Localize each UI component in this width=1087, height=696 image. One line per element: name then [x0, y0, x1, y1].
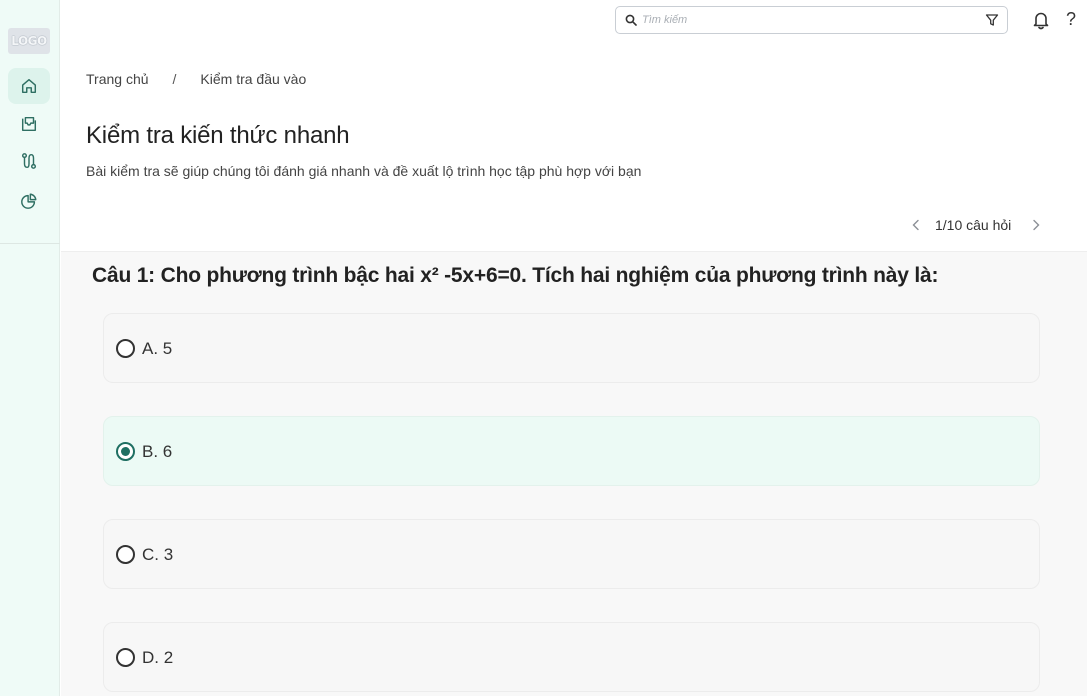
notification-bell-icon[interactable]	[1032, 10, 1050, 30]
answer-label: D. 2	[142, 648, 174, 667]
question-pager: 1/10 câu hỏi	[905, 214, 1047, 236]
sidebar-item-courses[interactable]	[8, 106, 50, 142]
sidebar-divider	[0, 243, 60, 244]
search-icon	[625, 14, 637, 26]
breadcrumb-separator: /	[172, 71, 177, 87]
home-icon	[21, 78, 37, 94]
search-input[interactable]	[642, 11, 982, 29]
radio-button[interactable]	[116, 545, 135, 564]
breadcrumb: Trang chủ / Kiểm tra đầu vào	[86, 71, 306, 87]
answer-label: B. 6	[142, 442, 173, 461]
answer-option-d[interactable]: D. 2	[103, 622, 1040, 692]
answer-label: C. 3	[142, 545, 174, 564]
breadcrumb-home[interactable]: Trang chủ	[86, 71, 149, 87]
logo-text: LOGO	[11, 34, 47, 48]
sidebar-item-roadmap[interactable]	[8, 143, 50, 179]
chevron-left-icon	[912, 219, 919, 231]
course-box-icon	[21, 116, 37, 132]
answer-option-c[interactable]: C. 3	[103, 519, 1040, 589]
radio-button[interactable]	[116, 648, 135, 667]
radio-button[interactable]	[116, 339, 135, 358]
previous-question-button[interactable]	[905, 214, 927, 236]
chevron-right-icon	[1033, 219, 1040, 231]
search-box[interactable]	[615, 6, 1008, 34]
route-icon	[21, 153, 37, 169]
page-subtitle: Bài kiểm tra sẽ giúp chúng tôi đánh giá …	[86, 163, 642, 179]
sidebar-item-home[interactable]	[8, 68, 50, 104]
answer-label: A. 5	[142, 339, 173, 358]
sidebar-item-reports[interactable]	[8, 183, 50, 219]
sidebar: LOGO	[0, 0, 60, 696]
help-icon[interactable]: ?	[1066, 9, 1076, 30]
question-counter: 1/10 câu hỏi	[935, 217, 1012, 233]
filter-icon[interactable]	[985, 13, 999, 27]
question-text: Câu 1: Cho phương trình bậc hai x² -5x+6…	[92, 264, 939, 287]
page-title: Kiểm tra kiến thức nhanh	[86, 122, 350, 149]
answer-option-b[interactable]: B. 6	[103, 416, 1040, 486]
breadcrumb-current[interactable]: Kiểm tra đầu vào	[200, 71, 306, 87]
answer-option-a[interactable]: A. 5	[103, 313, 1040, 383]
next-question-button[interactable]	[1025, 214, 1047, 236]
quiz-panel: Câu 1: Cho phương trình bậc hai x² -5x+6…	[61, 251, 1087, 696]
pie-chart-icon	[21, 193, 37, 209]
logo[interactable]: LOGO	[8, 28, 50, 54]
radio-button-selected[interactable]	[116, 442, 135, 461]
